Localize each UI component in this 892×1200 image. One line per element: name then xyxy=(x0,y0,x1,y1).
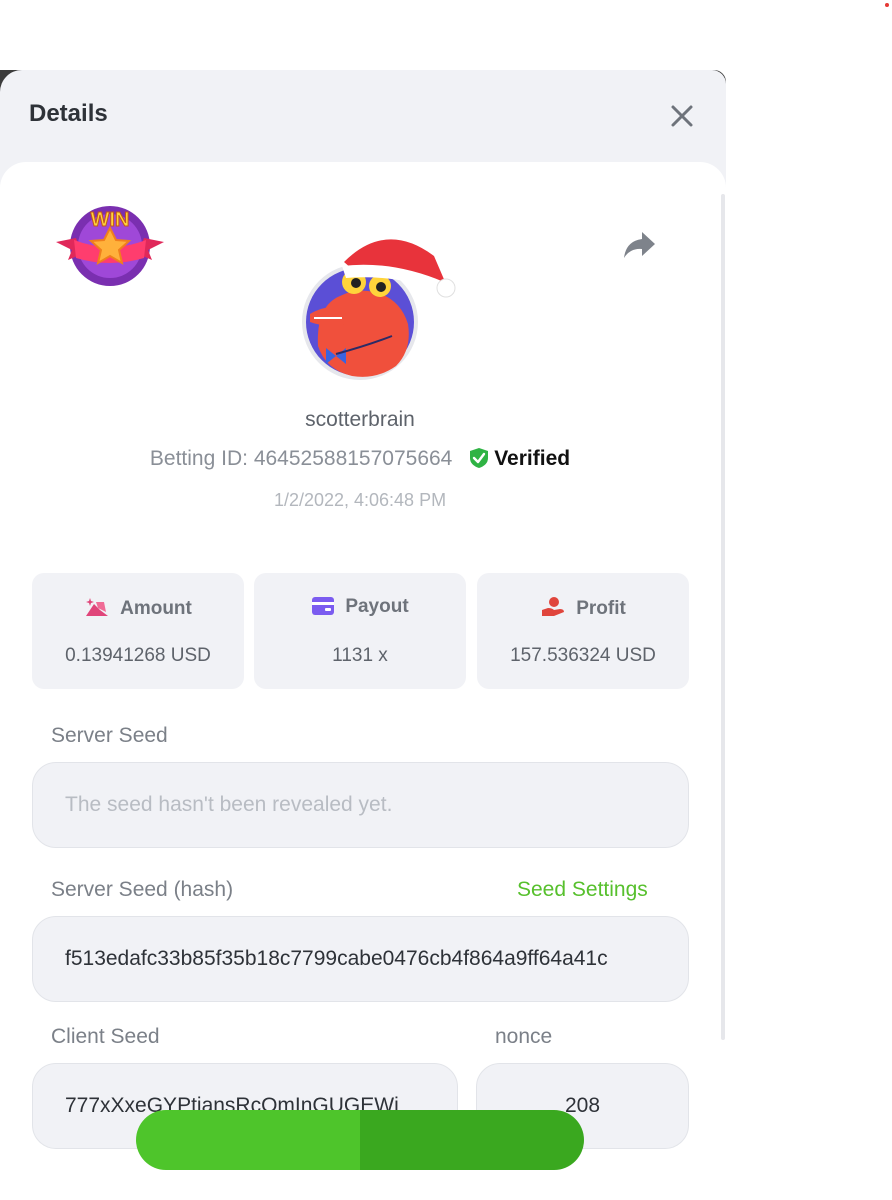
nonce-label: nonce xyxy=(495,1025,553,1048)
payout-card: Payout 1131 x xyxy=(254,573,466,689)
profit-value: 157.536324 USD xyxy=(510,645,656,666)
bet-timestamp: 1/2/2022, 4:06:48 PM xyxy=(273,490,447,510)
betting-id-label: Betting ID: xyxy=(149,447,248,470)
amount-label: Amount xyxy=(120,598,192,619)
close-button[interactable] xyxy=(666,100,698,132)
win-badge-text: WIN xyxy=(91,209,130,231)
hand-coin-icon xyxy=(542,597,565,616)
username: scotterbrain xyxy=(305,408,415,431)
notification-dot xyxy=(885,3,889,7)
payout-value: 1131 x xyxy=(332,645,388,666)
amount-card: Amount 0.13941268 USD xyxy=(32,573,244,689)
profit-label: Profit xyxy=(576,598,626,619)
client-seed-label: Client Seed xyxy=(51,1025,160,1048)
close-icon xyxy=(671,105,693,127)
amount-value: 0.13941268 USD xyxy=(65,645,211,666)
server-seed-hash-label: Server Seed (hash) xyxy=(51,878,234,901)
details-card: WIN scotterbrain Betting ID: 46452588157… xyxy=(0,162,726,1200)
profit-card: Profit 157.536324 USD xyxy=(477,573,689,689)
server-seed-label: Server Seed xyxy=(51,724,168,747)
betting-id-row: Betting ID: 46452588157075664 Verified xyxy=(0,447,720,471)
share-button[interactable] xyxy=(620,228,658,262)
avatar xyxy=(302,239,456,380)
card-icon xyxy=(312,597,335,615)
server-seed-hash-input[interactable] xyxy=(33,917,688,1001)
server-seed-hash-field xyxy=(32,916,689,1002)
server-seed-field xyxy=(32,762,689,848)
details-modal: Details WIN scotterbrain Betting ID: 464… xyxy=(0,70,726,1200)
payout-label: Payout xyxy=(345,596,409,617)
share-icon xyxy=(624,232,655,258)
seed-settings-link[interactable]: Seed Settings xyxy=(517,878,648,902)
verify-button[interactable] xyxy=(136,1110,584,1170)
server-seed-input[interactable] xyxy=(33,763,688,847)
scrollbar[interactable] xyxy=(721,194,725,1040)
modal-title: Details xyxy=(29,100,108,127)
win-badge-icon: WIN xyxy=(56,206,164,286)
wallet-sparkle-icon xyxy=(86,598,109,616)
verified-shield-icon xyxy=(470,448,489,468)
verified-label: Verified xyxy=(494,447,571,470)
betting-id-value: 46452588157075664 xyxy=(253,447,453,470)
